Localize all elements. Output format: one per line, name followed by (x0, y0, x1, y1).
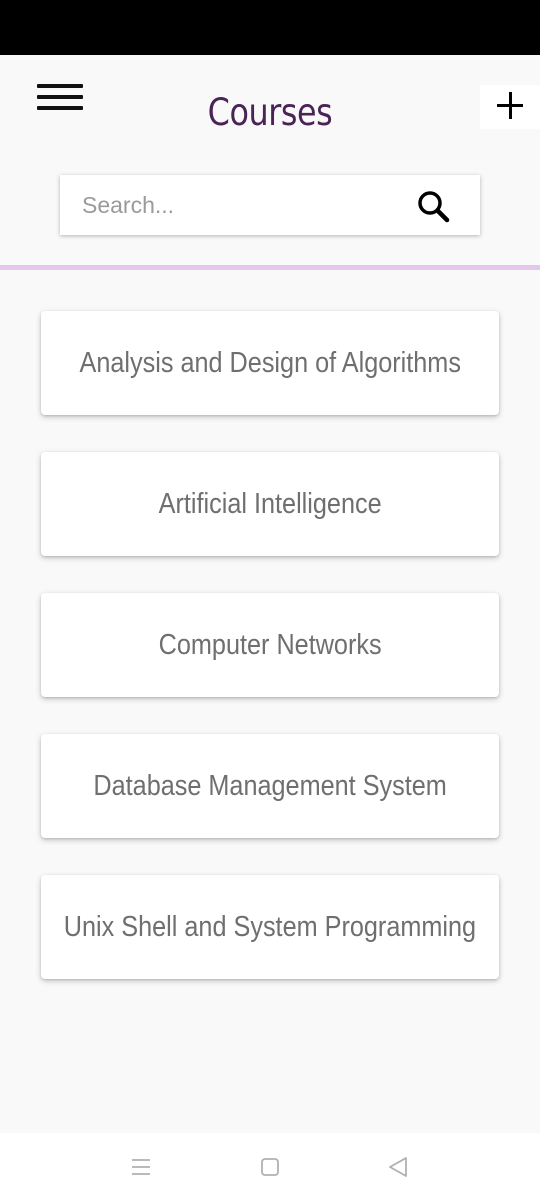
course-label: Database Management System (93, 769, 447, 802)
system-nav-bar (0, 1133, 540, 1200)
course-card[interactable]: Database Management System (41, 734, 499, 838)
header-divider (0, 265, 540, 270)
course-card[interactable]: Artificial Intelligence (41, 452, 499, 556)
back-icon[interactable] (382, 1151, 414, 1183)
search-input[interactable] (60, 175, 400, 235)
recent-apps-icon[interactable] (125, 1151, 157, 1183)
course-card[interactable]: Unix Shell and System Programming (41, 875, 499, 979)
app-header: Courses (0, 55, 540, 266)
status-bar (0, 0, 540, 55)
hamburger-menu-icon (37, 84, 83, 88)
search-icon[interactable] (414, 187, 454, 227)
search-box (60, 175, 480, 235)
course-label: Computer Networks (158, 628, 382, 661)
course-card[interactable]: Computer Networks (41, 593, 499, 697)
home-icon[interactable] (254, 1151, 286, 1183)
page-title: Courses (207, 91, 333, 134)
course-label: Artificial Intelligence (158, 487, 382, 520)
course-label: Unix Shell and System Programming (63, 910, 477, 943)
add-course-button[interactable] (480, 85, 540, 129)
course-label: Analysis and Design of Algorithms (79, 346, 461, 379)
course-card[interactable]: Analysis and Design of Algorithms (41, 311, 499, 415)
